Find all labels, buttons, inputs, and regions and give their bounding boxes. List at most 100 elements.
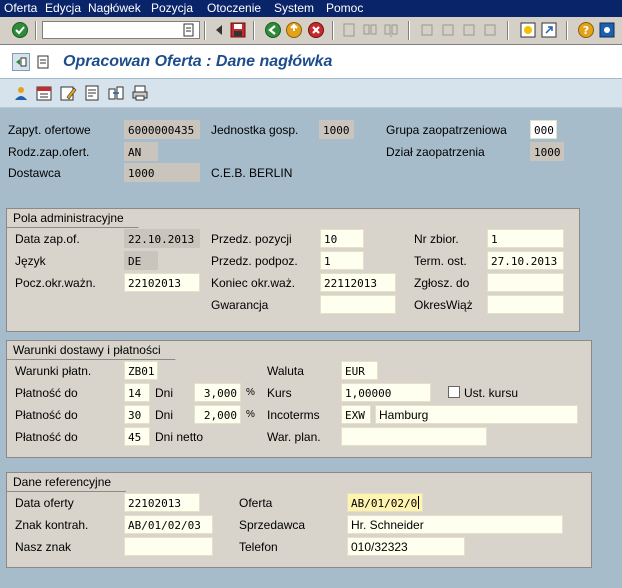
first-page-icon: [418, 21, 436, 39]
gwarancja-label: Gwarancja: [211, 298, 269, 312]
menu-naglowek[interactable]: Nagłówek: [88, 1, 141, 15]
vendor-icon[interactable]: [12, 84, 30, 102]
koniec-okr-field[interactable]: 22112013: [320, 273, 396, 292]
create-session-icon[interactable]: [519, 21, 537, 39]
ust-kursu-label: Ust. kursu: [464, 386, 519, 400]
dni-2-label: Dni: [155, 408, 174, 422]
partners-icon[interactable]: [107, 84, 125, 102]
platnosc-3-label: Płatność do: [15, 430, 78, 444]
data-zap-label: Data zap.of.: [15, 232, 80, 246]
pocz-okr-label: Pocz.okr.ważn.: [15, 276, 96, 290]
collapse-left-icon[interactable]: [210, 21, 228, 39]
edit-texts-icon[interactable]: [59, 84, 77, 102]
menu-edycja[interactable]: Edycja: [45, 1, 81, 15]
platnosc-2-pct-field[interactable]: 2,000: [194, 405, 241, 424]
next-page-icon: [460, 21, 478, 39]
dostawca-label: Dostawca: [8, 166, 61, 180]
display-change-icon[interactable]: [12, 53, 30, 71]
oferta-label: Oferta: [239, 496, 273, 510]
menu-pozycja[interactable]: Pozycja: [151, 1, 193, 15]
data-zap-field: 22.10.2013: [124, 229, 200, 248]
customize-layout-icon[interactable]: [598, 21, 616, 39]
find-next-icon: [382, 21, 400, 39]
previous-page-icon: [439, 21, 457, 39]
gwarancja-field[interactable]: [320, 295, 396, 314]
exit-icon[interactable]: [285, 21, 303, 39]
svg-text:?: ?: [583, 24, 589, 37]
pct-2-label: %: [246, 409, 255, 420]
document-icon[interactable]: [34, 53, 52, 71]
zglosz-label: Zgłosz. do: [414, 276, 470, 290]
przedz-podpoz-label: Przedz. podpoz.: [211, 254, 298, 268]
koniec-okr-label: Koniec okr.waż.: [211, 276, 296, 290]
warunki-platn-field[interactable]: ZB01: [124, 361, 158, 380]
oferta-field[interactable]: AB/01/02/0: [347, 493, 423, 512]
menu-pomoc[interactable]: Pomoc: [326, 1, 363, 15]
zglosz-field[interactable]: [487, 273, 564, 292]
jezyk-field: DE: [124, 251, 158, 270]
kurs-label: Kurs: [267, 386, 292, 400]
term-ost-field[interactable]: 27.10.2013: [487, 251, 564, 270]
cancel-icon[interactable]: [307, 21, 325, 39]
jezyk-label: Język: [15, 254, 46, 268]
telefon-label: Telefon: [239, 540, 278, 554]
zapyt-label: Zapyt. ofertowe: [8, 123, 91, 137]
menu-oferta[interactable]: Oferta: [4, 1, 37, 15]
platnosc-3-days-field[interactable]: 45: [124, 427, 150, 446]
platnosc-1-days-field[interactable]: 14: [124, 383, 150, 402]
menu-otoczenie[interactable]: Otoczenie: [207, 1, 261, 15]
command-history-icon[interactable]: [180, 21, 198, 39]
jednostka-label: Jednostka gosp.: [211, 123, 299, 137]
znak-kontrah-label: Znak kontrah.: [15, 518, 89, 532]
przedz-podpoz-field[interactable]: 1: [320, 251, 364, 270]
dni-netto-label: Dni netto: [155, 430, 204, 444]
platnosc-1-pct-field[interactable]: 3,000: [194, 383, 241, 402]
platnosc-1-label: Płatność do: [15, 386, 78, 400]
nr-zbior-label: Nr zbior.: [414, 232, 459, 246]
ust-kursu-checkbox[interactable]: [448, 386, 460, 398]
back-icon[interactable]: [264, 21, 282, 39]
command-field[interactable]: [42, 21, 200, 39]
znak-kontrah-field[interactable]: AB/01/02/03: [124, 515, 213, 534]
data-oferty-label: Data oferty: [15, 496, 74, 510]
nasz-znak-label: Nasz znak: [15, 540, 72, 554]
print-preview-icon[interactable]: [131, 84, 149, 102]
find-icon: [361, 21, 379, 39]
war-plan-field[interactable]: [341, 427, 487, 446]
menu-system[interactable]: System: [274, 1, 314, 15]
pocz-okr-field[interactable]: 22102013: [124, 273, 200, 292]
grupa-field[interactable]: 000: [530, 120, 557, 139]
nasz-znak-field[interactable]: [124, 537, 213, 556]
header-details-icon[interactable]: [83, 84, 101, 102]
term-ost-label: Term. ost.: [414, 254, 467, 268]
save-icon[interactable]: [229, 21, 247, 39]
platnosc-2-label: Płatność do: [15, 408, 78, 422]
okres-wiaz-field[interactable]: [487, 295, 564, 314]
incoterms-place-field[interactable]: Hamburg: [375, 405, 578, 424]
sprzedawca-field[interactable]: Hr. Schneider: [347, 515, 563, 534]
okres-wiaz-label: OkresWiąż: [414, 298, 473, 312]
przedz-pozycji-field[interactable]: 10: [320, 229, 364, 248]
dzial-field: 1000: [530, 142, 564, 161]
calendar-icon[interactable]: [35, 84, 53, 102]
waluta-label: Waluta: [267, 364, 304, 378]
nr-zbior-field[interactable]: 1: [487, 229, 564, 248]
platnosc-2-days-field[interactable]: 30: [124, 405, 150, 424]
waluta-field[interactable]: EUR: [341, 361, 378, 380]
war-plan-label: War. plan.: [267, 430, 321, 444]
data-oferty-field[interactable]: 22102013: [124, 493, 200, 512]
grupa-label: Grupa zaopatrzeniowa: [386, 123, 507, 137]
incoterms-label: Incoterms: [267, 408, 320, 422]
rodz-label: Rodz.zap.ofert.: [8, 145, 90, 159]
rodz-field: AN: [124, 142, 158, 161]
menu-bar: Oferta Edycja Nagłówek Pozycja Otoczenie…: [0, 0, 622, 17]
kurs-field[interactable]: 1,00000: [341, 383, 431, 402]
enter-check-icon[interactable]: [11, 21, 29, 39]
dostawca-field: 1000: [124, 163, 200, 182]
admin-group-title: Pola administracyjne: [7, 209, 139, 228]
help-icon[interactable]: ?: [577, 21, 595, 39]
telefon-field[interactable]: 010/32323: [347, 537, 465, 556]
incoterms-code-field[interactable]: EXW: [341, 405, 371, 424]
shortcut-icon[interactable]: [540, 21, 558, 39]
reference-group-title: Dane referencyjne: [7, 473, 126, 492]
